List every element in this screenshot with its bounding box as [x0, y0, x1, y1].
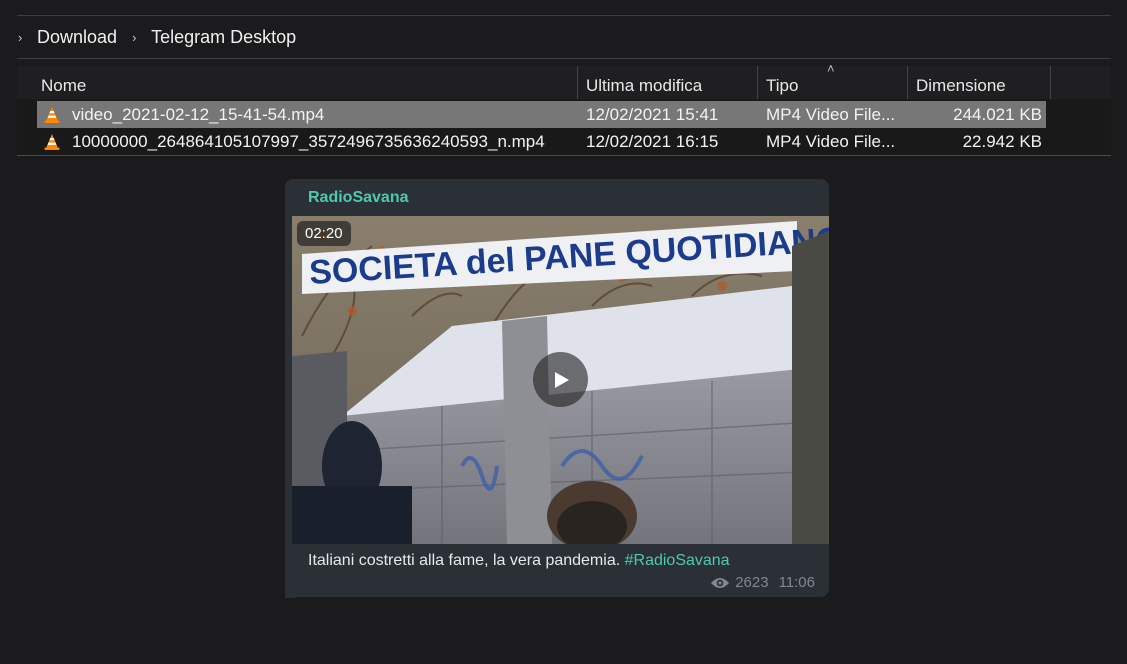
hashtag-link[interactable]: #RadioSavana [625, 552, 730, 569]
message-caption: Italiani costretti alla fame, la vera pa… [308, 552, 730, 570]
video-duration-badge: 02:20 [297, 221, 351, 246]
play-button[interactable] [533, 352, 588, 407]
breadcrumb: › Download › Telegram Desktop [17, 16, 1111, 58]
column-separator[interactable] [1050, 66, 1051, 99]
vlc-cone-icon [41, 132, 63, 152]
file-name: video_2021-02-12_15-41-54.mp4 [72, 104, 325, 124]
message-bubble-tail [285, 588, 295, 598]
message-meta: 2623 11:06 [710, 574, 815, 591]
breadcrumb-divider [17, 58, 1111, 59]
chevron-right-icon[interactable]: › [17, 30, 37, 45]
play-icon [554, 371, 569, 388]
file-modified: 12/02/2021 15:41 [586, 104, 719, 124]
file-name: 10000000_264864105107997_357249673563624… [72, 131, 545, 151]
file-row[interactable]: 10000000_264864105107997_357249673563624… [37, 128, 1046, 155]
file-type: MP4 Video File... [766, 104, 896, 124]
breadcrumb-item-download[interactable]: Download [37, 27, 117, 48]
file-type: MP4 Video File... [766, 131, 896, 151]
eye-icon [710, 576, 730, 590]
list-bottom-divider [17, 155, 1111, 156]
file-size: 244.021 KB [953, 104, 1042, 124]
file-size: 22.942 KB [962, 131, 1042, 151]
file-modified: 12/02/2021 16:15 [586, 131, 719, 151]
caption-text: Italiani costretti alla fame, la vera pa… [308, 552, 625, 569]
file-row[interactable]: video_2021-02-12_15-41-54.mp4 12/02/2021… [37, 101, 1046, 128]
vlc-cone-icon [41, 105, 63, 125]
chevron-right-icon[interactable]: › [131, 30, 151, 45]
column-header-size[interactable]: Dimensione [908, 66, 1050, 99]
column-header-name[interactable]: Nome [33, 66, 578, 99]
message-time: 11:06 [778, 574, 815, 591]
message-author[interactable]: RadioSavana [308, 189, 408, 207]
sort-ascending-icon: ˄ [827, 61, 835, 76]
column-header-row: Nome Ultima modifica Tipo ˄ Dimensione [17, 61, 1111, 99]
view-count: 2623 [735, 574, 769, 591]
breadcrumb-item-telegram-desktop[interactable]: Telegram Desktop [151, 27, 296, 48]
column-header-modified[interactable]: Ultima modifica [578, 66, 758, 99]
